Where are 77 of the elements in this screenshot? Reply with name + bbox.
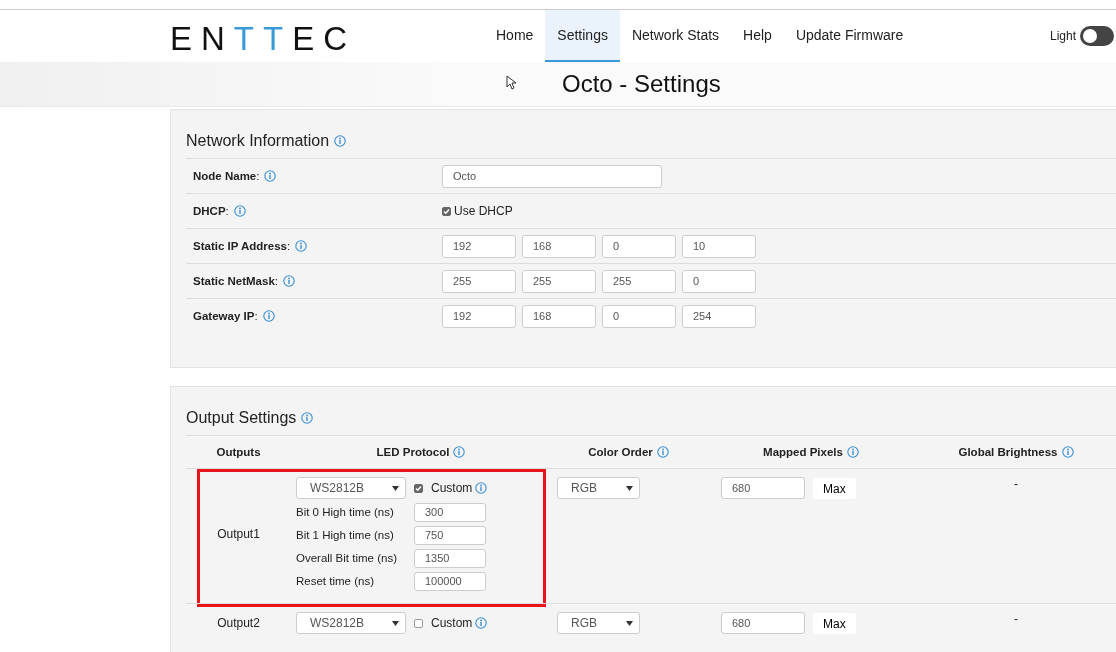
caret-icon (392, 485, 399, 491)
ip-octet-field[interactable]: 0 (602, 304, 676, 328)
column-header: Outputs (216, 446, 261, 458)
info-icon[interactable] (453, 446, 466, 458)
nav-tab[interactable]: Network Stats (619, 10, 732, 62)
info-icon[interactable] (233, 205, 246, 217)
info-icon[interactable] (475, 482, 488, 494)
nav-tab[interactable]: Settings (545, 10, 620, 62)
brightness-value: - (1014, 477, 1018, 491)
checkbox-label: Use DHCP (454, 204, 513, 218)
column-header: LED Protocol (376, 446, 450, 458)
page-title: Octo - Settings (562, 70, 721, 98)
color-order-dropdown[interactable]: RGB (557, 477, 640, 499)
text-field[interactable]: Octo (442, 164, 662, 188)
brightness-value: - (1014, 612, 1018, 626)
output-name: Output1 (217, 527, 260, 541)
column-header: Mapped Pixels (763, 446, 843, 458)
info-icon[interactable] (475, 617, 488, 629)
field-label: Node Name: (193, 170, 260, 182)
caret-icon (626, 485, 633, 491)
caret-icon (626, 620, 633, 626)
timing-field[interactable]: 750 (414, 525, 486, 545)
pixels-field[interactable]: 680 (721, 477, 805, 499)
nav-tab[interactable]: Home (484, 10, 546, 62)
ip-octet-field[interactable]: 168 (522, 234, 596, 258)
nav-tab[interactable]: Update Firmware (783, 10, 916, 62)
info-icon[interactable] (264, 170, 277, 182)
output-name: Output2 (217, 616, 260, 630)
ip-octet-field[interactable]: 255 (602, 269, 676, 293)
field-label: Static NetMask: (193, 275, 278, 287)
timing-field[interactable]: 300 (414, 502, 486, 522)
info-icon[interactable] (1061, 446, 1074, 458)
checkbox-label: Custom (431, 616, 473, 630)
timing-field[interactable]: 1350 (414, 548, 486, 568)
ip-octet-field[interactable]: 0 (602, 234, 676, 258)
cursor-icon (506, 75, 516, 90)
color-order-dropdown[interactable]: RGB (557, 612, 640, 634)
ip-octet-field[interactable]: 192 (442, 304, 516, 328)
ip-octet-field[interactable]: 255 (522, 269, 596, 293)
field-label: Static IP Address: (193, 240, 291, 252)
info-icon[interactable] (301, 412, 314, 424)
info-icon[interactable] (846, 446, 859, 458)
info-icon[interactable] (262, 310, 275, 322)
timing-label: Overall Bit time (ns) (296, 552, 398, 564)
info-icon[interactable] (295, 240, 308, 252)
timing-field[interactable]: 100000 (414, 571, 486, 591)
checkbox[interactable] (414, 483, 423, 493)
section-title: Output Settings (186, 409, 297, 427)
field-label: Gateway IP: (193, 310, 258, 322)
ip-octet-field[interactable]: 168 (522, 304, 596, 328)
caret-icon (392, 620, 399, 626)
column-header: Global Brightness (958, 446, 1058, 458)
protocol-dropdown[interactable]: WS2812B (296, 477, 406, 499)
column-header: Color Order (588, 446, 653, 458)
max-button[interactable]: Max (813, 613, 856, 634)
timing-label: Reset time (ns) (296, 575, 375, 587)
section-title: Network Information (186, 132, 330, 150)
theme-label: Light (1049, 29, 1076, 43)
ip-octet-field[interactable]: 10 (682, 234, 756, 258)
ip-octet-field[interactable]: 192 (442, 234, 516, 258)
ip-octet-field[interactable]: 254 (682, 304, 756, 328)
field-label: DHCP: (193, 205, 229, 217)
checkbox-label: Custom (431, 481, 473, 495)
max-button[interactable]: Max (813, 478, 856, 499)
nav-tab[interactable]: Help (731, 10, 784, 62)
timing-label: Bit 1 High time (ns) (296, 529, 395, 541)
checkbox[interactable] (414, 618, 423, 628)
checkbox[interactable] (442, 206, 451, 216)
info-icon[interactable] (656, 446, 669, 458)
ip-octet-field[interactable]: 0 (682, 269, 756, 293)
info-icon[interactable] (334, 135, 347, 147)
protocol-dropdown[interactable]: WS2812B (296, 612, 406, 634)
info-icon[interactable] (283, 275, 295, 287)
ip-octet-field[interactable]: 255 (442, 269, 516, 293)
pixels-field[interactable]: 680 (721, 612, 805, 634)
timing-label: Bit 0 High time (ns) (296, 506, 395, 518)
theme-toggle[interactable] (1080, 26, 1114, 46)
